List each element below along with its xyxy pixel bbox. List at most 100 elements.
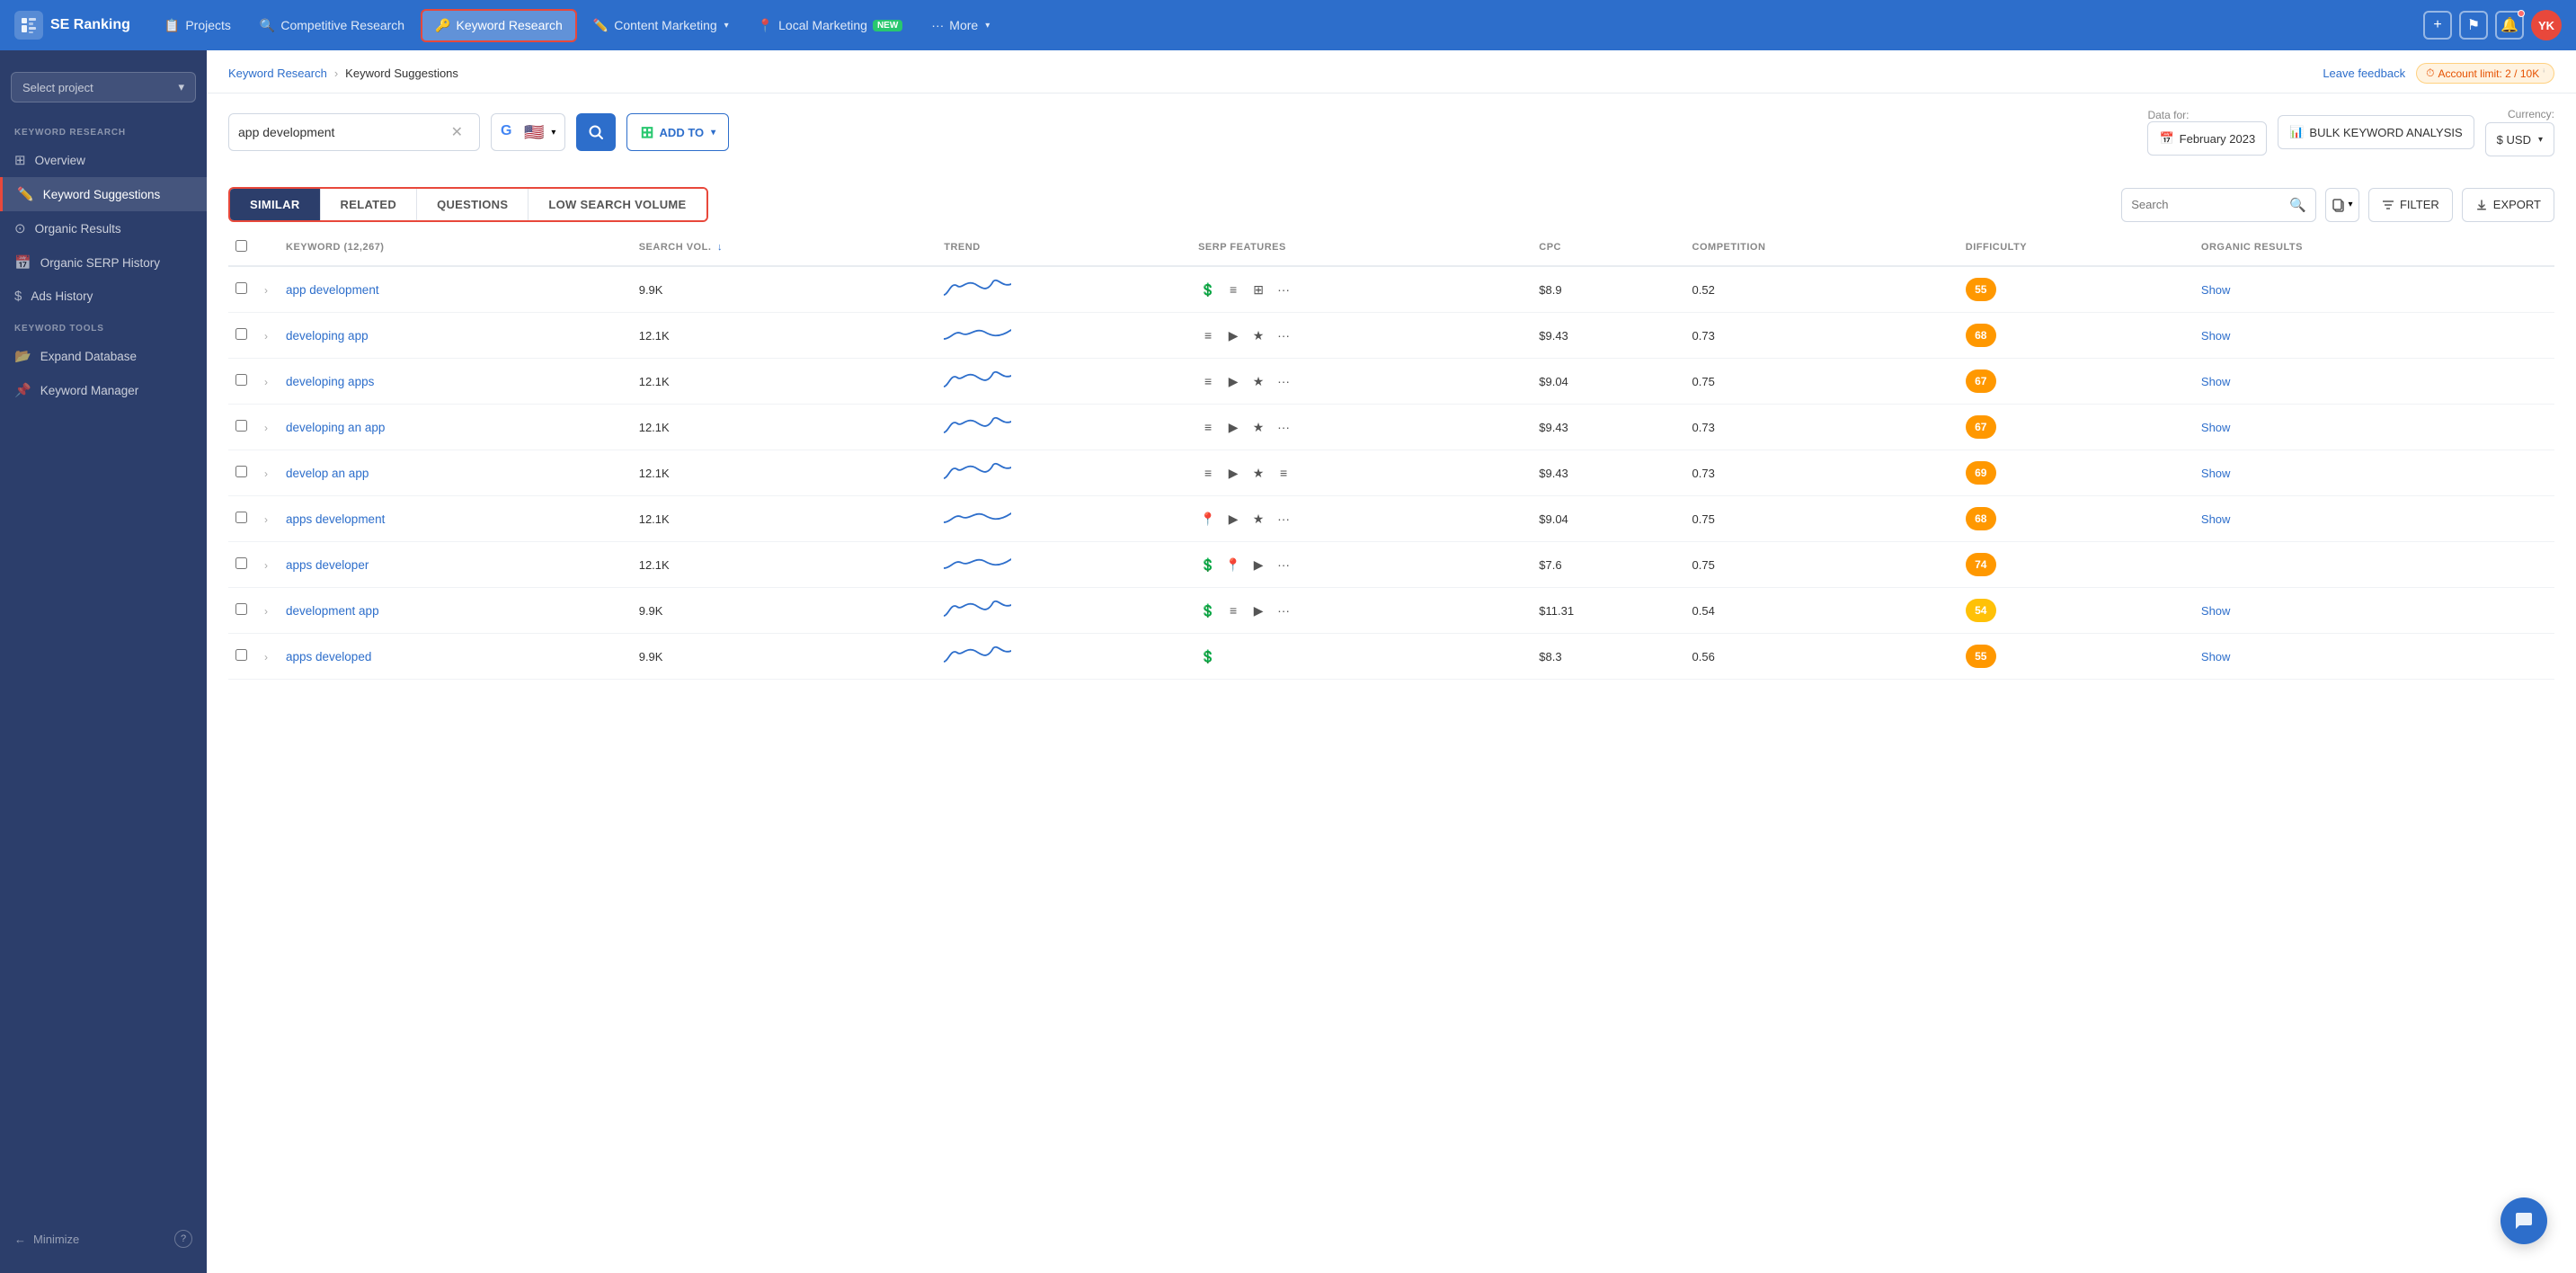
- date-selector[interactable]: 📅 February 2023: [2147, 121, 2267, 156]
- show-organic-results[interactable]: Show: [2201, 375, 2231, 388]
- row-checkbox[interactable]: [235, 466, 247, 477]
- expand-row-button[interactable]: ›: [264, 651, 268, 663]
- select-all-checkbox[interactable]: [235, 240, 247, 252]
- logo-text: SE Ranking: [50, 17, 130, 33]
- table-row: › developing an app 12.1K ≡▶★··· $9.43 0…: [228, 405, 2554, 450]
- keyword-tools-section-title: KEYWORD TOOLS: [0, 313, 207, 339]
- show-organic-results[interactable]: Show: [2201, 329, 2231, 343]
- serp-feature-icon: ···: [1274, 280, 1293, 299]
- sidebar-item-organic-results[interactable]: ⊙ Organic Results: [0, 211, 207, 245]
- col-serp-features: SERP FEATURES: [1191, 229, 1532, 266]
- help-icon[interactable]: ?: [174, 1230, 192, 1248]
- project-selector[interactable]: Select project ▾: [11, 72, 196, 102]
- bulk-analysis-button[interactable]: 📊 BULK KEYWORD ANALYSIS: [2278, 115, 2474, 149]
- tab-low-search-volume[interactable]: LOW SEARCH VOLUME: [529, 189, 706, 220]
- row-checkbox[interactable]: [235, 512, 247, 523]
- notification-bell[interactable]: 🔔: [2495, 11, 2524, 40]
- minimize-button[interactable]: ← Minimize ?: [0, 1219, 207, 1259]
- search-engine-selector[interactable]: G 🇺🇸 ▾: [491, 113, 565, 151]
- expand-row-button[interactable]: ›: [264, 376, 268, 388]
- sidebar-item-organic-serp-history[interactable]: 📅 Organic SERP History: [0, 245, 207, 280]
- expand-row-button[interactable]: ›: [264, 284, 268, 297]
- row-checkbox[interactable]: [235, 374, 247, 386]
- currency-selector[interactable]: $ USD ▾: [2485, 122, 2554, 156]
- row-checkbox[interactable]: [235, 282, 247, 294]
- difficulty-badge: 54: [1966, 599, 1996, 622]
- nav-items: 📋 Projects 🔍 Competitive Research 🔑 Keyw…: [152, 9, 2416, 42]
- keyword-link[interactable]: apps development: [286, 512, 385, 526]
- show-organic-results[interactable]: Show: [2201, 512, 2231, 526]
- show-organic-results[interactable]: Show: [2201, 467, 2231, 480]
- expand-row-button[interactable]: ›: [264, 422, 268, 434]
- sidebar-item-keyword-suggestions[interactable]: ✏️ Keyword Suggestions: [0, 177, 207, 211]
- filter-button[interactable]: FILTER: [2368, 188, 2453, 222]
- expand-row-button[interactable]: ›: [264, 467, 268, 480]
- tab-similar[interactable]: SIMILAR: [230, 189, 321, 220]
- table-row: › development app 9.9K 💲≡▶··· $11.31 0.5…: [228, 588, 2554, 634]
- tabs-area: SIMILAR RELATED QUESTIONS LOW SEARCH VOL…: [207, 171, 2576, 222]
- keyword-link[interactable]: developing apps: [286, 375, 374, 388]
- table-row: › apps development 12.1K 📍▶★··· $9.04 0.…: [228, 496, 2554, 542]
- serp-feature-icon: ≡: [1198, 463, 1218, 483]
- chat-button[interactable]: [2500, 1197, 2547, 1244]
- add-to-button[interactable]: ⊞ ADD TO ▾: [626, 113, 729, 151]
- keyword-link[interactable]: develop an app: [286, 467, 369, 480]
- table-search-input[interactable]: [2131, 198, 2289, 211]
- logo[interactable]: SE Ranking: [14, 11, 130, 40]
- export-button[interactable]: EXPORT: [2462, 188, 2554, 222]
- expand-row-button[interactable]: ›: [264, 513, 268, 526]
- add-button[interactable]: +: [2423, 11, 2452, 40]
- nav-item-content-marketing[interactable]: ✏️ Content Marketing ▾: [581, 11, 742, 40]
- show-organic-results[interactable]: Show: [2201, 604, 2231, 618]
- project-chevron: ▾: [178, 80, 184, 94]
- expand-row-button[interactable]: ›: [264, 605, 268, 618]
- nav-item-competitive-research[interactable]: 🔍 Competitive Research: [247, 11, 417, 40]
- difficulty-badge: 55: [1966, 278, 1996, 301]
- local-marketing-icon: 📍: [758, 18, 773, 33]
- search-button[interactable]: [576, 113, 616, 151]
- flag-button[interactable]: ⚑: [2459, 11, 2488, 40]
- row-checkbox[interactable]: [235, 328, 247, 340]
- col-search-vol[interactable]: SEARCH VOL. ↓: [632, 229, 937, 266]
- difficulty-badge: 67: [1966, 415, 1996, 439]
- row-checkbox[interactable]: [235, 649, 247, 661]
- show-organic-results[interactable]: Show: [2201, 421, 2231, 434]
- expand-row-button[interactable]: ›: [264, 559, 268, 572]
- show-organic-results[interactable]: Show: [2201, 650, 2231, 663]
- keyword-link[interactable]: apps developed: [286, 650, 371, 663]
- leave-feedback-link[interactable]: Leave feedback: [2323, 67, 2405, 80]
- main-content: Keyword Research › Keyword Suggestions L…: [207, 50, 2576, 1273]
- serp-feature-icon: ···: [1274, 555, 1293, 574]
- row-checkbox[interactable]: [235, 603, 247, 615]
- nav-item-local-marketing[interactable]: 📍 Local Marketing NEW: [745, 11, 916, 40]
- serp-feature-icon: ≡: [1274, 463, 1293, 483]
- col-difficulty: DIFFICULTY: [1959, 229, 2194, 266]
- keyword-link[interactable]: apps developer: [286, 558, 369, 572]
- keyword-manager-icon: 📌: [14, 382, 31, 398]
- keyword-link[interactable]: developing an app: [286, 421, 385, 434]
- serp-feature-icon: ▶: [1248, 555, 1268, 574]
- row-checkbox[interactable]: [235, 420, 247, 432]
- expand-row-button[interactable]: ›: [264, 330, 268, 343]
- breadcrumb-parent[interactable]: Keyword Research: [228, 67, 327, 80]
- search-clear-button[interactable]: ✕: [451, 123, 463, 141]
- sidebar-item-overview[interactable]: ⊞ Overview: [0, 143, 207, 177]
- keyword-search-input[interactable]: [238, 125, 451, 139]
- show-organic-results[interactable]: Show: [2201, 283, 2231, 297]
- keyword-link[interactable]: developing app: [286, 329, 369, 343]
- nav-item-projects[interactable]: 📋 Projects: [152, 11, 244, 40]
- serp-feature-icon: ···: [1274, 325, 1293, 345]
- sidebar-item-keyword-manager[interactable]: 📌 Keyword Manager: [0, 373, 207, 407]
- nav-item-more[interactable]: ··· More ▾: [919, 11, 1002, 40]
- currency-chevron: ▾: [2538, 135, 2543, 145]
- row-checkbox[interactable]: [235, 557, 247, 569]
- tab-questions[interactable]: QUESTIONS: [417, 189, 529, 220]
- nav-item-keyword-research[interactable]: 🔑 Keyword Research: [421, 9, 577, 42]
- tab-related[interactable]: RELATED: [321, 189, 418, 220]
- sidebar-item-expand-database[interactable]: 📂 Expand Database: [0, 339, 207, 373]
- keyword-link[interactable]: app development: [286, 283, 379, 297]
- user-avatar[interactable]: YK: [2531, 10, 2562, 40]
- keyword-link[interactable]: development app: [286, 604, 379, 618]
- sidebar-item-ads-history[interactable]: $ Ads History: [0, 280, 207, 313]
- copy-button[interactable]: ▾: [2325, 188, 2359, 222]
